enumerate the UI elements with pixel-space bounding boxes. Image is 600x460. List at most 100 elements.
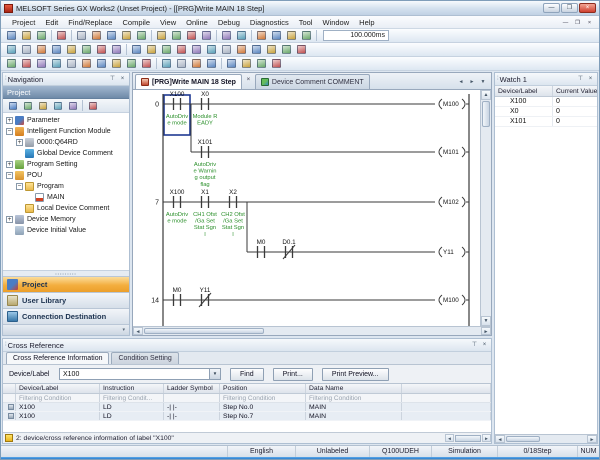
panel-grip[interactable]: ⁞ (5, 342, 6, 348)
find-device-button[interactable] (109, 43, 124, 56)
navigation-view-label[interactable]: Project (3, 86, 129, 99)
pulse-close-contact-sf8-button[interactable] (294, 43, 309, 56)
device-comment-editor-button[interactable] (64, 43, 79, 56)
title-bar[interactable]: MELSOFT Series GX Works2 (Unset Project)… (1, 1, 599, 16)
panel-grip[interactable]: ⁞ (497, 76, 498, 82)
sort-data-button[interactable] (20, 99, 35, 112)
close-icon[interactable] (118, 75, 127, 84)
tab-scroll-right-icon[interactable] (467, 77, 477, 87)
filter-cell[interactable]: Filtering Condition (306, 394, 402, 402)
filter-cell[interactable]: Filtering Condition (16, 394, 100, 402)
tree-item-parameter[interactable]: +Parameter (3, 115, 129, 126)
device-label-combobox[interactable]: X100 (59, 368, 221, 380)
property-button[interactable] (50, 99, 65, 112)
scroll-right-icon[interactable] (482, 434, 491, 442)
tree-expander-icon[interactable]: − (6, 128, 13, 135)
scroll-up-icon[interactable] (481, 90, 491, 100)
write-to-plc-button[interactable] (154, 29, 169, 42)
scroll-left-icon[interactable] (445, 434, 454, 442)
cross-ref-column-instruction[interactable]: Instruction (100, 384, 164, 393)
device-test-button[interactable] (269, 57, 284, 70)
edit-line-button[interactable] (64, 57, 79, 70)
close-icon[interactable] (586, 75, 595, 84)
cross-reference-window-button[interactable] (94, 43, 109, 56)
watch-column-device[interactable]: Device/Label (495, 86, 553, 96)
chevron-down-icon[interactable] (209, 369, 220, 379)
remote-operation-button[interactable] (199, 29, 214, 42)
tab-prg-write-main-18-step[interactable]: [PRG]Write MAIN 18 Step (135, 74, 242, 89)
data-security-button[interactable] (35, 99, 50, 112)
watch-horizontal-scrollbar[interactable] (495, 434, 597, 443)
nav-switch-connection-destination[interactable]: Connection Destination (3, 308, 129, 324)
watch-row[interactable]: X1010 (495, 117, 597, 127)
vertical-line-sf9-button[interactable] (219, 43, 234, 56)
tree-expander-icon[interactable]: + (6, 216, 13, 223)
docking-window-button[interactable] (79, 43, 94, 56)
menu-project[interactable]: Project (7, 18, 40, 27)
mdi-restore-button[interactable]: ❐ (572, 18, 583, 27)
scroll-thumb[interactable] (455, 435, 481, 442)
filter-cell[interactable]: Filtering Condition (220, 394, 306, 402)
zoom-out-button[interactable] (239, 57, 254, 70)
save-project-button[interactable] (34, 29, 49, 42)
monitor-mode-button[interactable] (159, 57, 174, 70)
cross-ref-tab-cross-reference-information[interactable]: Cross Reference Information (6, 352, 109, 364)
set-device-value-button[interactable] (269, 29, 284, 42)
scroll-left-icon[interactable] (133, 327, 143, 335)
write-mode-button[interactable] (204, 57, 219, 70)
open-contact-f5-button[interactable] (129, 43, 144, 56)
redo-button[interactable] (134, 29, 149, 42)
tree-expander-icon[interactable]: + (6, 161, 13, 168)
mdi-close-button[interactable]: × (584, 18, 595, 27)
cross-ref-column-data-name[interactable]: Data Name (306, 384, 402, 393)
table-horizontal-scrollbar[interactable] (445, 434, 491, 442)
scroll-down-icon[interactable] (481, 316, 491, 326)
stop-monitor-button[interactable] (234, 29, 249, 42)
cross-ref-tab-condition-setting[interactable]: Condition Setting (111, 352, 178, 364)
delete-vertical-line-button[interactable] (249, 43, 264, 56)
zoom-in-button[interactable] (224, 57, 239, 70)
delete-row-button[interactable] (19, 57, 34, 70)
menu-edit[interactable]: Edit (40, 18, 63, 27)
tree-item-main[interactable]: MAIN (3, 192, 129, 203)
pin-icon[interactable] (108, 75, 117, 84)
undo-button[interactable] (119, 29, 134, 42)
scan-time-field[interactable]: 100.000ms (323, 30, 389, 41)
menu-view[interactable]: View (155, 18, 181, 27)
tree-item-local-device-comment[interactable]: Local Device Comment (3, 203, 129, 214)
application-instruction-f8-button[interactable] (204, 43, 219, 56)
cross-ref-row[interactable]: X100LD-| |-Step No.0MAIN (3, 403, 491, 412)
user-filter-button[interactable] (85, 99, 100, 112)
insert-row-button[interactable] (4, 57, 19, 70)
cross-ref-filter-row[interactable]: Filtering ConditionFiltering Condit...Fi… (3, 394, 491, 403)
run-simulation-button[interactable] (299, 29, 314, 42)
tab-close-icon[interactable] (244, 76, 253, 85)
horizontal-scrollbar[interactable] (133, 326, 491, 335)
watch-column-value[interactable]: Current Value (553, 86, 597, 96)
new-data-button[interactable] (5, 99, 20, 112)
cross-ref-row[interactable]: X100LD-| |-Step No.7MAIN (3, 412, 491, 421)
vertical-scroll-thumb[interactable] (482, 101, 490, 127)
pulse-contact-sf7-button[interactable] (279, 43, 294, 56)
menu-tool[interactable]: Tool (294, 18, 318, 27)
menu-window[interactable]: Window (317, 18, 354, 27)
tab-scroll-left-icon[interactable] (456, 77, 466, 87)
device-display-button[interactable] (139, 57, 154, 70)
menu-help[interactable]: Help (354, 18, 379, 27)
delete-column-button[interactable] (49, 57, 64, 70)
watch-row[interactable]: X1000 (495, 97, 597, 107)
scroll-left-icon[interactable] (495, 435, 505, 443)
find-button[interactable]: Find (230, 368, 264, 381)
mdi-minimize-button[interactable]: — (560, 18, 571, 27)
tree-item-device-memory[interactable]: +Device Memory (3, 214, 129, 225)
maximize-button[interactable] (561, 3, 578, 13)
new-project-button[interactable] (4, 29, 19, 42)
vertical-scrollbar[interactable] (480, 90, 491, 326)
coil-f7-button[interactable] (189, 43, 204, 56)
ladder-monitor-button[interactable] (254, 29, 269, 42)
delete-horizontal-line-button[interactable] (264, 43, 279, 56)
tree-item-device-initial-value[interactable]: Device Initial Value (3, 225, 129, 236)
error-jump-button[interactable] (284, 29, 299, 42)
minimize-button[interactable] (543, 3, 560, 13)
filter-cell[interactable] (164, 394, 220, 402)
